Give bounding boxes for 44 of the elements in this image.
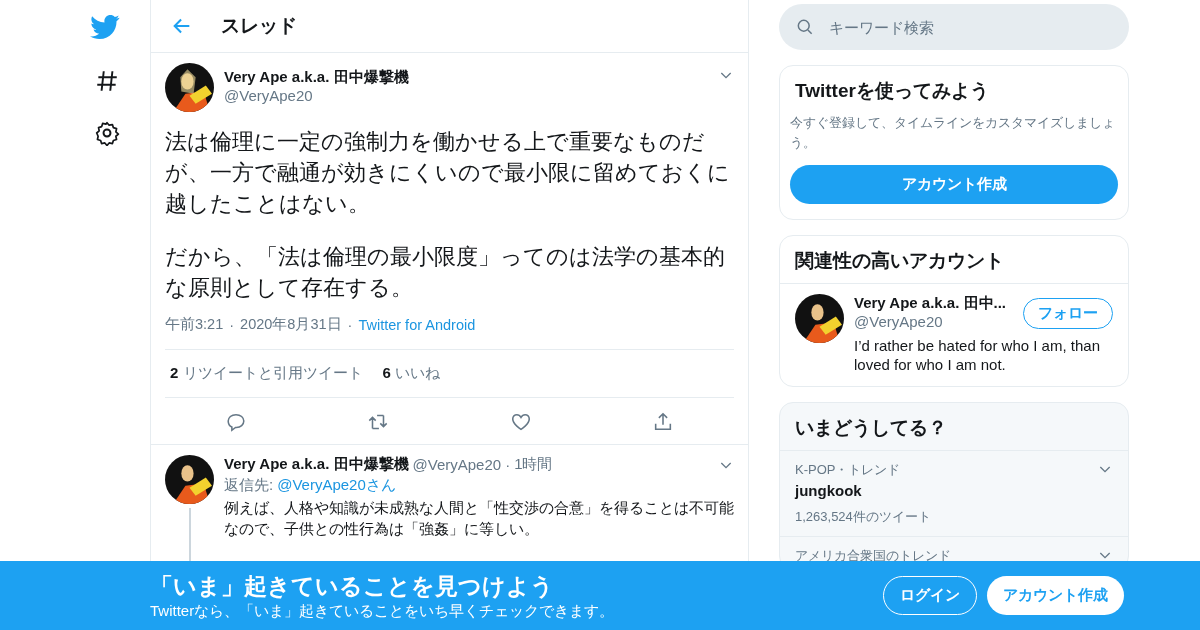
reply-to-label: 返信先: [224,476,274,495]
separator-dot: · [347,316,353,333]
reply-to-link[interactable]: @VeryApe20さん [277,476,396,495]
account-bio: I’d rather be hated for who I am, than loved for who I am not. [854,336,1101,374]
tweet-time[interactable]: 午前3:21 [165,315,224,334]
stat-link[interactable]: 6 いいね [382,364,441,383]
author-name[interactable]: Very Ape a.k.a. 田中爆撃機 [224,68,708,87]
tweet-text: 法は倫理に一定の強制力を働かせる上で重要なものだが、一方で融通が効きにくいので最小限に留めておくに越したことはない。 [165,128,731,218]
card-title: 関連性の高いアカウント [780,236,1128,284]
separator-dot: · [229,316,235,333]
trend-context: K-POP・トレンド [795,461,902,479]
bird-logo-icon[interactable] [90,12,120,42]
create-account-button[interactable]: アカウント作成 [790,165,1118,204]
tweet-text: だから、「法は倫理の最小限度」ってのは法学の基本的な原則として存在する。 [165,243,726,302]
follow-button[interactable]: フォロー [1023,298,1113,329]
card-title: Twitterを使ってみよう [794,79,990,103]
page-title: スレッド [221,14,297,38]
hashtag-icon[interactable] [94,68,120,94]
banner-subtitle: Twitterなら、「いま」起きていることをいち早くチェックできます。 [150,601,616,621]
card-text: 今すぐ登録して、タイムラインをカスタマイズしましょう。 [790,114,1116,152]
search-icon [795,17,815,37]
heart-icon[interactable] [509,411,532,433]
author-name[interactable]: Very Ape a.k.a. 田中爆撃機 [224,455,409,474]
author-handle[interactable]: @VeryApe20 [224,87,708,104]
reply-text: 例えば、人格や知識が未成熟な人間と「性交渉の合意」を得ることは不可能なので、子供との性行為は「強姦」に等しい。 [224,498,734,539]
trend-item[interactable]: K-POP・トレンド jungkook 1,263,524件のツイート [780,451,1128,537]
account-handle[interactable]: @VeryApe20 [854,313,1015,330]
trend-name: jungkook [795,482,863,499]
separator-dot: · [505,456,511,473]
trend-count: 1,263,524件のツイート [795,508,931,526]
card-title: いまどうしてる？ [780,403,1128,451]
search-field[interactable]: キーワード検索 [779,4,1129,50]
create-account-button[interactable]: アカウント作成 [987,576,1124,615]
settings-icon[interactable] [94,120,120,146]
banner-title: 「いま」起きていることを見つけよう [150,571,555,601]
stat-link[interactable]: 2 リツイートと引用ツイート [170,364,363,383]
trend-item[interactable]: アメリカ合衆国のトレンド [780,537,1128,561]
tweet-date[interactable]: 2020年8月31日 [240,315,342,334]
thread-line [188,508,191,561]
source-link[interactable]: Twitter for Android [358,316,476,333]
tweet-time[interactable]: 1時間 [514,455,553,474]
author-handle[interactable]: @VeryApe20 [412,456,502,473]
account-name[interactable]: Very Ape a.k.a. 田中... [854,294,1015,313]
trend-context: アメリカ合衆国のトレンド [795,547,951,561]
